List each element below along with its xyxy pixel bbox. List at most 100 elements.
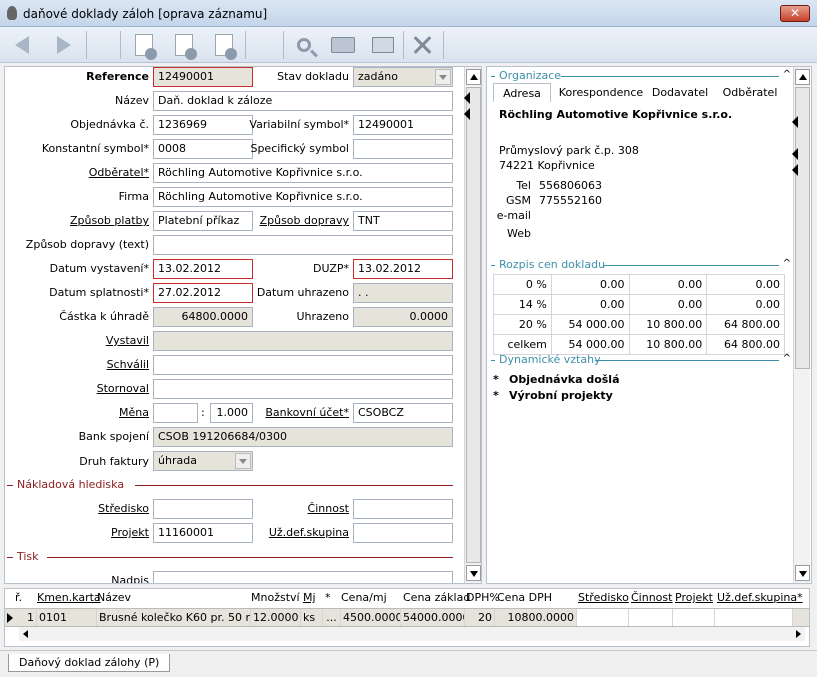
collapse-left-icon-2[interactable] [464, 108, 470, 120]
cinnost-label[interactable]: Činnost [308, 502, 349, 515]
cell-dph[interactable]: 20 [465, 609, 495, 626]
doprava-field[interactable]: TNT [353, 211, 453, 231]
cell-cenadph[interactable]: 10800.0000 [495, 609, 577, 626]
cell-projekt[interactable] [673, 609, 715, 626]
col-kmen[interactable]: Kmen.karta [37, 591, 101, 604]
tab-adresa[interactable]: Adresa [493, 83, 551, 102]
search-icon[interactable] [290, 31, 318, 59]
mail-icon[interactable] [369, 31, 397, 59]
cell-zaklad[interactable]: 54000.0000 [401, 609, 465, 626]
col-r[interactable]: ř. [15, 591, 22, 604]
cinnost-field[interactable] [353, 499, 453, 519]
nadpis-field[interactable] [153, 571, 453, 583]
col-dph[interactable]: DPH% [466, 591, 500, 604]
schvalil-label[interactable]: Schválil [107, 358, 149, 371]
table-row[interactable]: 1 0101 Brusné kolečko K60 pr. 50 mm 12.0… [5, 608, 809, 627]
new-record-icon[interactable] [130, 31, 158, 60]
col-zaklad[interactable]: Cena základ [403, 591, 470, 604]
cell-kmen[interactable]: 0101 [37, 609, 97, 626]
cell-lookup-button[interactable]: ... [323, 609, 341, 626]
stornoval-field[interactable] [153, 379, 453, 399]
schvalil-field[interactable] [153, 355, 453, 375]
bankspoj-field[interactable]: CSOB 191206684/0300 [153, 427, 453, 447]
mena-label[interactable]: Měna [119, 406, 149, 419]
collapse-icon[interactable]: ^ [783, 353, 791, 364]
collapse-left-icon[interactable] [464, 92, 470, 104]
tools-icon[interactable] [408, 31, 436, 59]
scroll-left-icon[interactable] [23, 630, 28, 638]
dyn-link-objednavka[interactable]: Objednávka došlá [509, 373, 620, 386]
castka-field[interactable]: 64800.0000 [153, 307, 253, 327]
col-uzdef[interactable]: Už.def.skupina* [717, 591, 803, 604]
left-scrollbar[interactable] [464, 67, 481, 583]
uhrazeno-field[interactable]: 0.0000 [353, 307, 453, 327]
tab-danovy-doklad[interactable]: Daňový doklad zálohy (P) [8, 654, 171, 672]
tab-korespondence[interactable]: Korespondence [557, 83, 645, 102]
uzdef-label[interactable]: Už.def.skupina [269, 526, 349, 539]
chevron-down-icon[interactable] [435, 69, 451, 85]
cell-uzdef[interactable] [715, 609, 793, 626]
scroll-thumb[interactable] [466, 87, 481, 563]
vystavil-label[interactable]: Vystavil [106, 334, 149, 347]
close-button[interactable]: ✕ [780, 5, 810, 22]
scroll-up-icon[interactable] [795, 69, 810, 85]
cell-cenamj[interactable]: 4500.0000 [341, 609, 401, 626]
cell-nazev[interactable]: Brusné kolečko K60 pr. 50 mm [97, 609, 251, 626]
duzp-field[interactable]: 13.02.2012 [353, 259, 453, 279]
delete-record-icon[interactable] [210, 31, 238, 60]
cell-cinnost[interactable] [629, 609, 673, 626]
right-scrollbar[interactable] [793, 67, 810, 583]
col-projekt[interactable]: Projekt [675, 591, 713, 604]
splatnost-field[interactable]: 27.02.2012 [153, 283, 253, 303]
specsym-field[interactable] [353, 139, 453, 159]
druh-select[interactable]: úhrada [153, 451, 253, 471]
col-mnozstvi[interactable]: Množství [251, 591, 300, 604]
col-cenamj[interactable]: Cena/mj [341, 591, 387, 604]
stredisko-label[interactable]: Středisko [98, 502, 149, 515]
collapse-icon[interactable]: ^ [783, 258, 791, 269]
col-mj[interactable]: Mj [303, 591, 316, 604]
col-star[interactable]: * [325, 591, 331, 604]
dyn-link-projekty[interactable]: Výrobní projekty [509, 389, 613, 402]
col-nazev[interactable]: Název [97, 591, 131, 604]
forward-icon[interactable] [50, 31, 78, 59]
firma-field[interactable]: Röchling Automotive Kopřivnice s.r.o. [153, 187, 453, 207]
objednavka-field[interactable]: 1236969 [153, 115, 253, 135]
kurz-field[interactable]: 1.000 [210, 403, 253, 423]
nazev-field[interactable]: Daň. doklad k záloze [153, 91, 453, 111]
stornoval-label[interactable]: Stornoval [97, 382, 149, 395]
tab-odberatel[interactable]: Odběratel [719, 83, 781, 102]
ucet-label[interactable]: Bankovní účet* [265, 406, 349, 419]
odberatel-field[interactable]: Röchling Automotive Kopřivnice s.r.o. [153, 163, 453, 183]
platba-label[interactable]: Způsob platby [70, 214, 149, 227]
scroll-right-icon[interactable] [796, 630, 801, 638]
reference-field[interactable]: 12490001 [153, 67, 253, 87]
vystavil-field[interactable] [153, 331, 453, 351]
platba-field[interactable]: Platební příkaz [153, 211, 253, 231]
print-icon[interactable] [329, 31, 357, 59]
uhrazeno-datum-field[interactable]: . . [353, 283, 453, 303]
doprava-text-field[interactable] [153, 235, 453, 255]
scroll-down-icon[interactable] [466, 565, 481, 581]
varsym-field[interactable]: 12490001 [353, 115, 453, 135]
cell-mj[interactable]: ks [301, 609, 323, 626]
stav-select[interactable]: zadáno [353, 67, 453, 87]
scroll-down-icon[interactable] [795, 565, 810, 581]
col-stredisko[interactable]: Středisko [578, 591, 629, 604]
grid-hscrollbar[interactable] [19, 627, 805, 641]
vystaveni-field[interactable]: 13.02.2012 [153, 259, 253, 279]
tab-dodavatel[interactable]: Dodavatel [649, 83, 711, 102]
scroll-up-icon[interactable] [466, 69, 481, 85]
chevron-down-icon[interactable] [235, 453, 251, 469]
cell-r[interactable]: 1 [19, 609, 37, 626]
col-cenadph[interactable]: Cena DPH [497, 591, 552, 604]
stredisko-field[interactable] [153, 499, 253, 519]
doprava-label[interactable]: Způsob dopravy [260, 214, 349, 227]
odberatel-label[interactable]: Odběratel* [89, 166, 149, 179]
scroll-thumb[interactable] [795, 87, 810, 369]
cell-stredisko[interactable] [577, 609, 629, 626]
projekt-label[interactable]: Projekt [111, 526, 149, 539]
collapse-right-icon[interactable] [792, 116, 798, 128]
copy-record-icon[interactable] [170, 31, 198, 60]
cell-mnozstvi[interactable]: 12.0000 [251, 609, 301, 626]
